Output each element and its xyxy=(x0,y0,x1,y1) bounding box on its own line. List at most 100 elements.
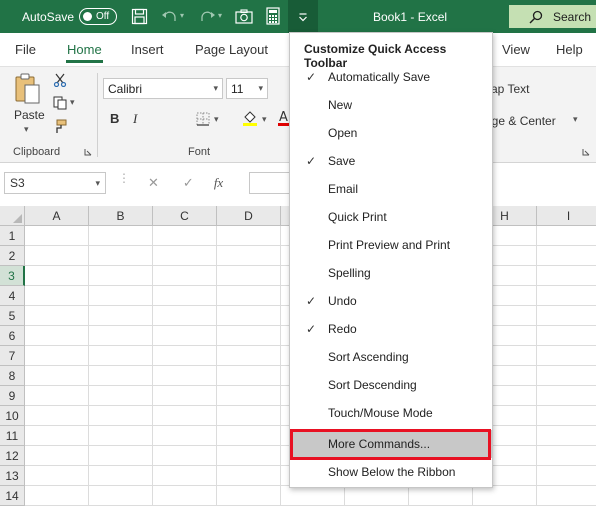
autosave-state: Off xyxy=(96,11,110,22)
menu-item-touch-mouse-mode[interactable]: Touch/Mouse Mode xyxy=(290,399,492,427)
column-header-i[interactable]: I xyxy=(537,206,596,226)
row-header-11[interactable]: 11 xyxy=(0,426,25,446)
row-header-5[interactable]: 5 xyxy=(0,306,25,326)
paste-label[interactable]: Paste xyxy=(14,108,45,122)
chevron-down-icon: ▾ xyxy=(213,83,218,93)
clipboard-group-label: Clipboard xyxy=(13,146,61,158)
tab-file[interactable]: File xyxy=(15,42,36,57)
menu-item-save[interactable]: ✓ Save xyxy=(290,147,492,175)
group-separator xyxy=(97,73,98,157)
cancel-icon[interactable]: ✕ xyxy=(148,175,159,191)
menu-item-automatically-save[interactable]: ✓ Automatically Save xyxy=(290,63,492,91)
tab-page-layout[interactable]: Page Layout xyxy=(195,42,268,57)
row-header-8[interactable]: 8 xyxy=(0,366,25,386)
select-all-icon xyxy=(13,214,22,223)
menu-item-quick-print[interactable]: Quick Print xyxy=(290,203,492,231)
wrap-text-button[interactable]: ap Text xyxy=(491,82,529,96)
alignment-launcher-icon[interactable] xyxy=(582,148,590,156)
redo-icon[interactable] xyxy=(198,8,216,25)
column-header-b[interactable]: B xyxy=(89,206,153,226)
autosave-toggle[interactable]: Off xyxy=(79,8,117,25)
font-group-label: Font xyxy=(188,146,211,158)
search-box[interactable]: Search xyxy=(509,5,596,28)
undo-icon[interactable] xyxy=(161,8,179,25)
menu-item-show-below-ribbon[interactable]: Show Below the Ribbon xyxy=(290,458,492,486)
name-box[interactable]: S3 ▾ xyxy=(4,172,106,194)
menu-item-label: Show Below the Ribbon xyxy=(328,465,456,479)
menu-item-open[interactable]: Open xyxy=(290,119,492,147)
column-header-c[interactable]: C xyxy=(153,206,217,226)
menu-item-undo[interactable]: ✓ Undo xyxy=(290,287,492,315)
font-name-box[interactable]: Calibri ▾ xyxy=(103,78,223,99)
tab-insert[interactable]: Insert xyxy=(131,42,164,57)
row-header-3[interactable]: 3 xyxy=(0,266,25,286)
format-painter-icon[interactable] xyxy=(53,119,67,134)
tab-view[interactable]: View xyxy=(502,42,530,57)
borders-dropdown-icon[interactable]: ▾ xyxy=(214,114,219,125)
insert-function-button[interactable]: fx xyxy=(214,175,223,191)
check-icon: ✓ xyxy=(306,70,317,84)
copy-dropdown-icon[interactable]: ▾ xyxy=(70,97,75,108)
bold-button[interactable]: B xyxy=(110,111,119,126)
row-header-7[interactable]: 7 xyxy=(0,346,25,366)
menu-item-spelling[interactable]: Spelling xyxy=(290,259,492,287)
tab-home[interactable]: Home xyxy=(66,42,103,63)
fill-color-dropdown-icon[interactable]: ▾ xyxy=(262,114,267,125)
italic-button[interactable]: I xyxy=(133,111,137,127)
undo-dropdown-icon[interactable]: ▾ xyxy=(180,11,184,20)
tab-help[interactable]: Help xyxy=(556,42,583,57)
formula-bar-grip-icon: ⋮ xyxy=(118,171,130,185)
menu-item-label: Undo xyxy=(328,294,357,308)
menu-item-label: Sort Ascending xyxy=(328,350,409,364)
select-all-corner[interactable] xyxy=(0,206,25,226)
row-header-9[interactable]: 9 xyxy=(0,386,25,406)
chevron-down-icon: ▾ xyxy=(95,177,100,188)
row-header-13[interactable]: 13 xyxy=(0,466,25,486)
formula-buttons: ✕ ✓ fx xyxy=(136,172,244,194)
menu-item-email[interactable]: Email xyxy=(290,175,492,203)
save-icon[interactable] xyxy=(131,8,148,25)
menu-item-label: Email xyxy=(328,182,359,196)
menu-item-sort-ascending[interactable]: Sort Ascending xyxy=(290,343,492,371)
menu-item-sort-descending[interactable]: Sort Descending xyxy=(290,371,492,399)
row-header-6[interactable]: 6 xyxy=(0,326,25,346)
menu-item-print-preview[interactable]: Print Preview and Print xyxy=(290,231,492,259)
copy-icon[interactable] xyxy=(53,96,67,110)
row-header-12[interactable]: 12 xyxy=(0,446,25,466)
chevron-down-icon: ▾ xyxy=(258,83,263,93)
column-header-a[interactable]: A xyxy=(25,206,89,226)
borders-icon[interactable] xyxy=(196,112,210,126)
paste-dropdown-icon[interactable]: ▾ xyxy=(24,124,29,135)
menu-item-label: Print Preview and Print xyxy=(328,238,451,252)
row-header-14[interactable]: 14 xyxy=(0,486,25,506)
toggle-knob xyxy=(83,12,92,21)
clipboard-launcher-icon[interactable] xyxy=(84,148,92,156)
enter-icon[interactable]: ✓ xyxy=(183,175,194,191)
menu-item-label: Automatically Save xyxy=(328,70,431,84)
search-icon xyxy=(529,10,543,23)
row-header-4[interactable]: 4 xyxy=(0,286,25,306)
paste-icon[interactable] xyxy=(14,73,42,105)
formula-input[interactable] xyxy=(249,172,289,194)
row-header-2[interactable]: 2 xyxy=(0,246,25,266)
fill-color-icon[interactable] xyxy=(242,109,258,127)
check-icon: ✓ xyxy=(306,322,317,336)
redo-dropdown-icon[interactable]: ▾ xyxy=(218,11,222,20)
camera-icon[interactable] xyxy=(235,8,253,25)
menu-item-new[interactable]: New xyxy=(290,91,492,119)
check-icon: ✓ xyxy=(306,154,317,168)
column-header-d[interactable]: D xyxy=(217,206,281,226)
row-header-1[interactable]: 1 xyxy=(0,226,25,246)
check-icon: ✓ xyxy=(306,294,317,308)
menu-item-more-commands[interactable]: More Commands... xyxy=(290,430,492,458)
merge-dropdown-icon[interactable]: ▾ xyxy=(573,114,578,125)
menu-item-redo[interactable]: ✓ Redo xyxy=(290,315,492,343)
row-header-10[interactable]: 10 xyxy=(0,406,25,426)
customize-qat-button[interactable] xyxy=(288,0,318,33)
customize-qat-menu: Customize Quick Access Toolbar ✓ Automat… xyxy=(289,32,493,488)
calculator-icon[interactable] xyxy=(266,7,280,25)
menu-item-label: Open xyxy=(328,126,358,140)
font-size-box[interactable]: 11 ▾ xyxy=(226,78,268,99)
search-label: Search xyxy=(553,9,592,24)
cut-icon[interactable] xyxy=(53,73,67,87)
